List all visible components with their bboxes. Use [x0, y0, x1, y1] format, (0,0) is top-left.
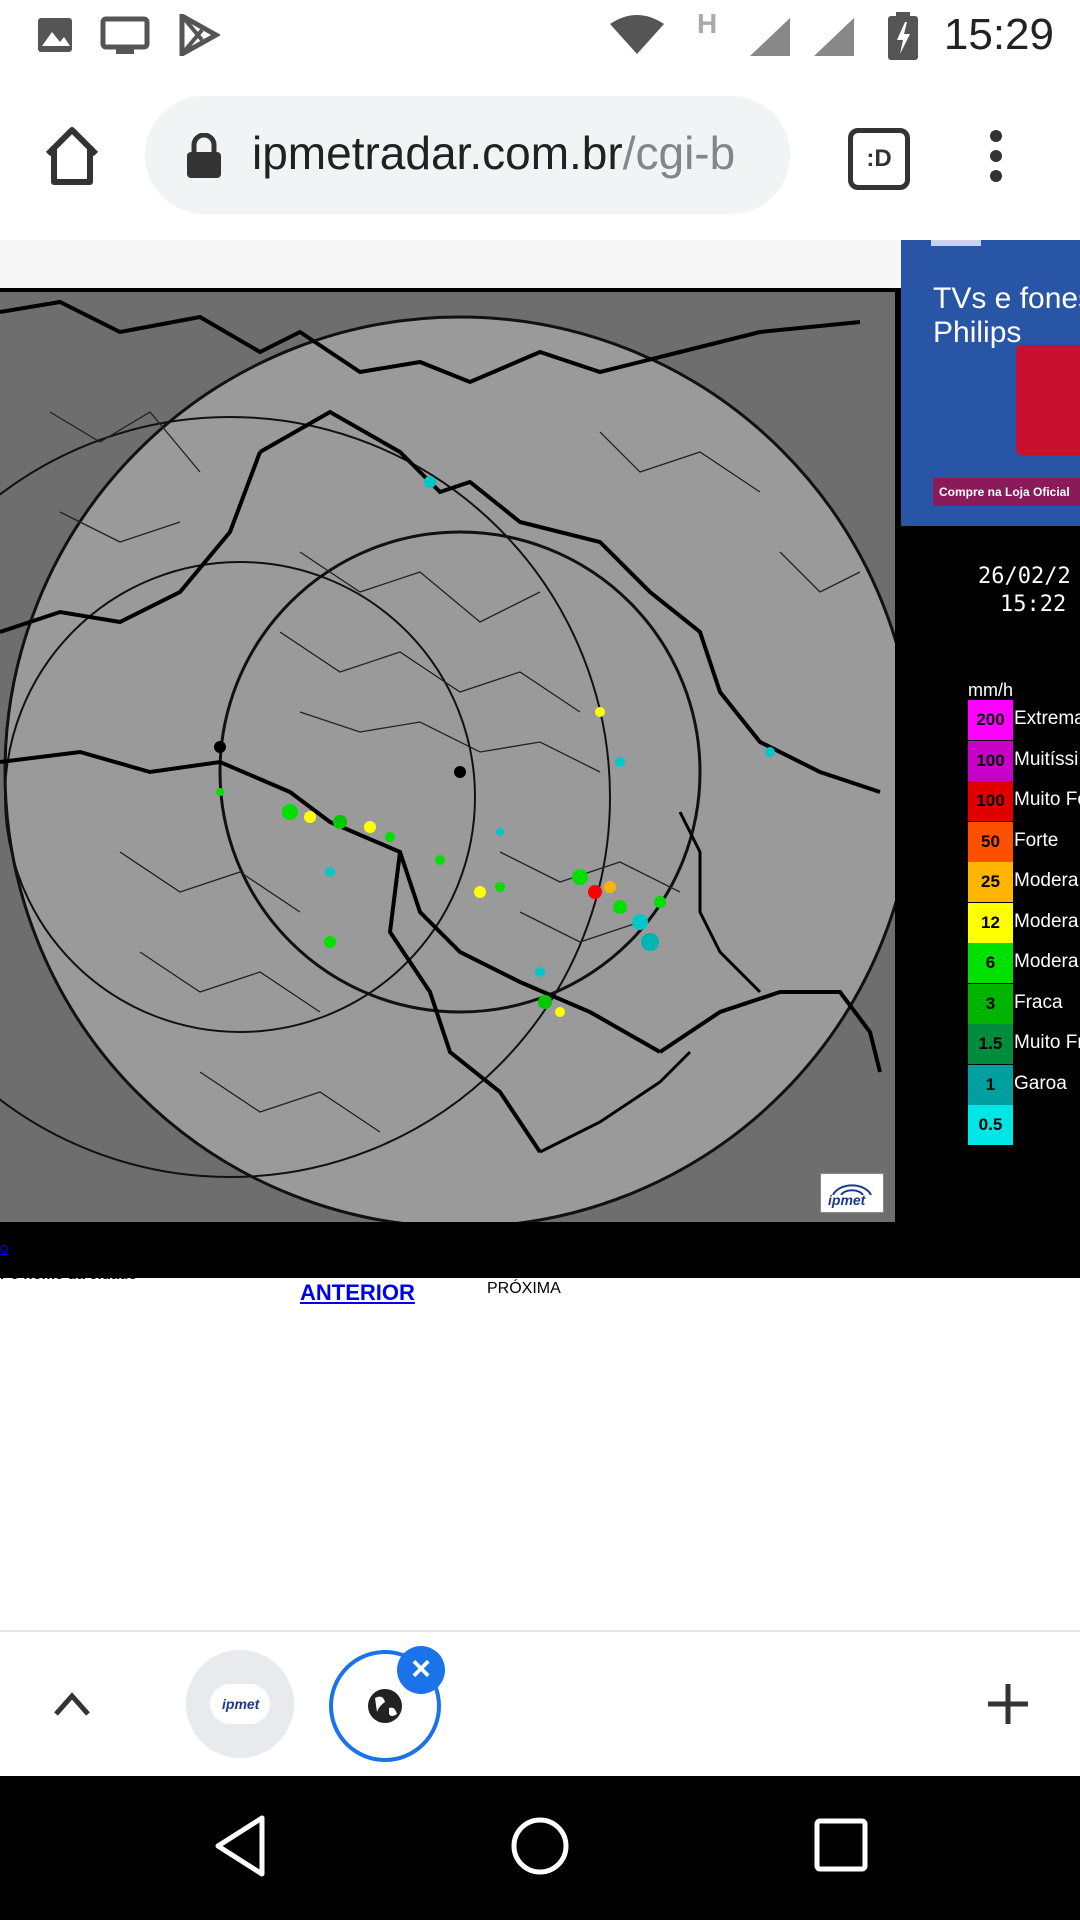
radar-date: 26/02/2 [978, 564, 1071, 589]
legend-swatch: 0.5 [968, 1105, 1013, 1145]
legend-swatch: 100 [968, 740, 1013, 781]
battery-charging-icon [888, 12, 918, 60]
lock-icon [187, 133, 221, 178]
legend-swatch: 6 [968, 943, 1013, 983]
previous-image-link[interactable]: ANTERIOR [300, 1280, 415, 1306]
advertisement[interactable]: TVs e fones Philips Compre na Loja Ofici… [901, 240, 1080, 526]
status-bar: H 15:29 [0, 0, 1080, 72]
tab-favicon-text: ipmet [222, 1696, 260, 1712]
legend-label: Garoa [1014, 1072, 1067, 1094]
signal-icon [750, 18, 790, 56]
legend-label: Modera [1014, 870, 1079, 891]
legend-swatch: 50 [968, 821, 1013, 862]
network-type-label: H [697, 8, 718, 39]
image-icon [38, 18, 72, 52]
radar-map[interactable] [0, 292, 895, 1222]
ad-cta[interactable]: Compre na Loja Oficial [933, 478, 1080, 506]
web-page: ipmet TVs e fones Philips Compre na Loja… [0, 240, 1080, 1630]
close-tab-icon[interactable]: × [397, 1646, 445, 1694]
city-search-label: r o nome da cidade [0, 1266, 137, 1283]
legend-label: Muito Fr [1014, 1032, 1080, 1053]
wifi-icon [610, 15, 664, 54]
system-nav-bar [0, 1776, 1080, 1920]
url-text[interactable]: ipmetradar.com.br/cgi-b [252, 126, 735, 180]
tab-strip [0, 1630, 1080, 1778]
tv-image [1016, 345, 1080, 455]
legend-label: Fraca [1014, 991, 1063, 1013]
url-path: /cgi-b [622, 127, 736, 179]
page-link-fragment[interactable]: o [0, 1240, 8, 1257]
legend-label: Modera [1014, 910, 1079, 932]
tab-ipmet[interactable]: ipmet [186, 1650, 294, 1758]
legend-swatch: 100 [968, 781, 1013, 821]
radar-time: 15:22 [1000, 592, 1067, 617]
ad-top-bar [931, 240, 981, 246]
legend-swatch: 200 [968, 700, 1013, 740]
legend-swatch: 1 [968, 1064, 1013, 1105]
status-time: 15:29 [943, 10, 1054, 59]
legend-swatch: 12 [968, 902, 1013, 943]
ipmet-watermark-logo: ipmet [820, 1173, 884, 1213]
tab-switcher-button[interactable]: :D [848, 128, 910, 190]
globe-icon [368, 1689, 402, 1723]
cast-icon [100, 16, 150, 54]
ad-title: TVs e fones Philips [933, 282, 1080, 349]
more-menu-icon[interactable] [980, 128, 1012, 184]
legend-swatch: 1.5 [968, 1024, 1013, 1064]
play-store-icon [179, 14, 220, 56]
legend-label: Forte [1014, 829, 1059, 851]
legend-unit: mm/h [968, 680, 1013, 700]
url-domain: ipmetradar.com.br [252, 127, 623, 179]
back-icon[interactable] [212, 1814, 268, 1878]
watermark-text: ipmet [828, 1192, 866, 1208]
legend-label: Extrema [1014, 708, 1080, 729]
home-nav-icon[interactable] [508, 1814, 572, 1878]
recents-icon[interactable] [812, 1816, 870, 1874]
legend-swatch: 3 [968, 983, 1013, 1024]
legend-swatch: 25 [968, 862, 1013, 902]
legend-label: Muito Fo [1014, 789, 1080, 810]
chevron-up-icon[interactable] [52, 1690, 92, 1718]
new-tab-icon[interactable] [986, 1682, 1030, 1726]
signal-icon-2 [814, 18, 854, 56]
legend-label: Muitíssi [1014, 748, 1079, 770]
legend-label: Modera [1014, 951, 1079, 972]
home-icon[interactable] [40, 124, 104, 188]
next-image-label: PRÓXIMA [487, 1280, 561, 1297]
